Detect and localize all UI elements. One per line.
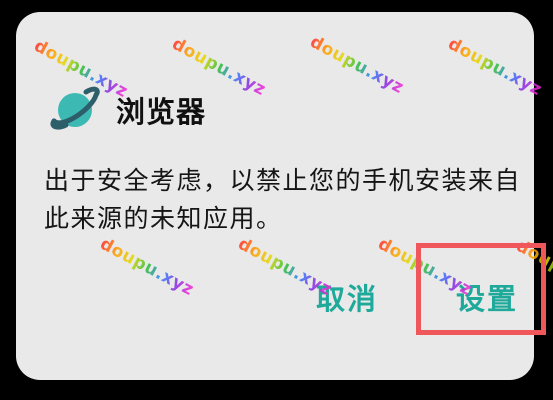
- cancel-button[interactable]: 取消: [316, 276, 378, 318]
- settings-button[interactable]: 设置: [456, 276, 518, 318]
- planet-icon: [50, 86, 100, 130]
- screen: 浏览器 出于安全考虑，以禁止您的手机安装来自此来源的未知应用。 取消 设置 do…: [0, 0, 553, 400]
- install-blocked-dialog: 浏览器 出于安全考虑，以禁止您的手机安装来自此来源的未知应用。 取消 设置: [16, 12, 534, 380]
- app-header: 浏览器: [48, 82, 206, 138]
- app-name: 浏览器: [116, 95, 207, 129]
- dialog-message: 出于安全考虑，以禁止您的手机安装来自此来源的未知应用。: [44, 166, 522, 233]
